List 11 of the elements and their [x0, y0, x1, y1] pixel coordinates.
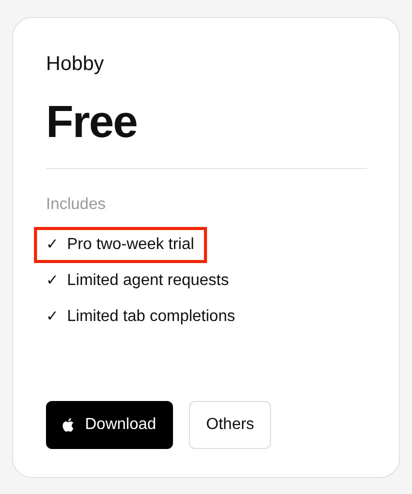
feature-text: Limited tab completions — [67, 307, 236, 327]
download-button[interactable]: Download — [46, 401, 174, 449]
feature-text: Pro two-week trial — [67, 235, 194, 255]
checkmark: ✓ — [46, 235, 59, 255]
plan-price: Free — [46, 96, 138, 148]
checkmark: ✓ — [46, 307, 59, 327]
plan-name: Hobby — [46, 52, 105, 76]
others-button[interactable]: Others — [189, 401, 272, 449]
includes-heading: Includes — [46, 195, 107, 215]
feature-text: Limited agent requests — [67, 271, 229, 291]
checkmark: ✓ — [46, 271, 59, 291]
